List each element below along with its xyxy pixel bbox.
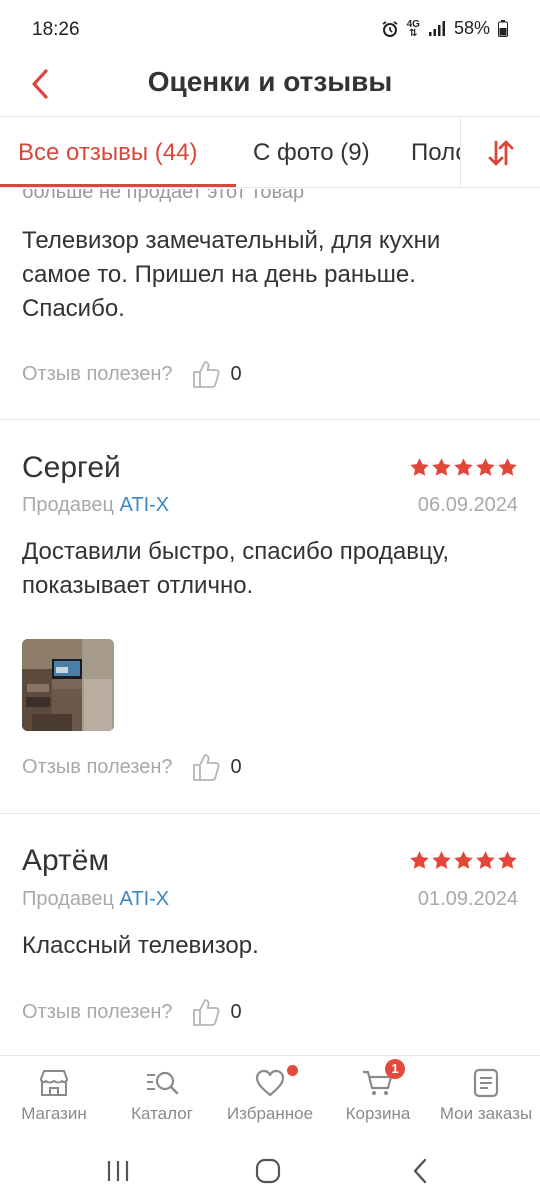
alarm-icon <box>382 20 398 37</box>
tab-all-reviews[interactable]: Все отзывы (44) <box>18 139 197 167</box>
nav-label: Каталог <box>131 1104 193 1123</box>
divider <box>0 813 540 814</box>
page-title: Оценки и отзывы <box>147 66 393 97</box>
cart-badge: 1 <box>385 1059 405 1079</box>
recent-apps-button[interactable] <box>98 1151 138 1191</box>
review-text: Классный телевизор. <box>22 932 259 959</box>
sort-arrows-icon <box>488 140 513 166</box>
review-author: Артём <box>22 844 110 877</box>
helpful-row: Отзыв полезен? 0 <box>22 359 242 389</box>
system-nav-bar <box>0 1139 540 1200</box>
helpful-label: Отзыв полезен? <box>22 1000 173 1023</box>
catalog-search-icon <box>147 1071 179 1095</box>
system-back-button[interactable] <box>400 1151 440 1191</box>
header: Оценки и отзывы <box>0 58 540 116</box>
star-icon <box>476 851 495 869</box>
star-icon <box>498 458 517 476</box>
home-button[interactable] <box>248 1151 288 1191</box>
divider <box>0 419 540 420</box>
star-icon <box>454 851 473 869</box>
nav-label: Мои заказы <box>439 1104 533 1123</box>
notification-dot <box>287 1065 298 1076</box>
bottom-nav: Магазин Каталог Избранное 1 Корзина Мои … <box>0 1055 540 1139</box>
review-date: 06.09.2024 <box>417 494 518 516</box>
thumbs-up-icon[interactable] <box>191 359 221 389</box>
recent-apps-icon <box>107 1161 129 1181</box>
seller-link[interactable]: ATI-X <box>120 494 170 516</box>
rating-stars <box>409 457 518 478</box>
active-tab-indicator <box>0 184 236 187</box>
seller-note: больше не продает этот товар <box>22 189 305 203</box>
battery-icon <box>498 20 508 37</box>
seller-link[interactable]: ATI-X <box>120 888 170 910</box>
helpful-count: 0 <box>230 362 242 385</box>
nav-label: Корзина <box>345 1104 411 1123</box>
status-icons: 4G ⇅ 58% <box>381 18 508 39</box>
home-icon <box>255 1158 281 1184</box>
battery-percent: 58% <box>453 18 490 38</box>
seller-line: Продавец ATI-X <box>22 888 169 911</box>
helpful-row: Отзыв полезен? 0 <box>22 752 242 782</box>
thumbs-up-icon[interactable] <box>191 997 221 1027</box>
star-icon <box>432 851 451 869</box>
back-icon <box>413 1158 427 1184</box>
review-text: Телевизор замечательный, для кухни самое… <box>22 227 441 322</box>
review-photo[interactable] <box>22 639 114 731</box>
rating-stars <box>409 850 518 871</box>
heart-icon <box>255 1069 285 1097</box>
seller-prefix: Продавец <box>22 494 114 516</box>
seller-prefix: Продавец <box>22 888 114 910</box>
helpful-label: Отзыв полезен? <box>22 362 173 385</box>
thumbs-up-icon[interactable] <box>191 752 221 782</box>
nav-label: Магазин <box>21 1104 87 1123</box>
star-icon <box>454 458 473 476</box>
review-tabs: Все отзывы (44) С фото (9) Поло <box>0 116 540 188</box>
star-icon <box>432 458 451 476</box>
nav-item-orders[interactable]: Мои заказы <box>432 1056 540 1139</box>
nav-item-cart[interactable]: 1 Корзина <box>324 1056 432 1139</box>
review-photo-image <box>22 639 114 731</box>
sort-button[interactable] <box>460 117 540 187</box>
orders-icon <box>473 1068 499 1098</box>
nav-item-favorites[interactable]: Избранное <box>216 1056 324 1139</box>
star-icon <box>476 458 495 476</box>
tab-with-photo[interactable]: С фото (9) <box>253 139 370 167</box>
seller-line: Продавец ATI-X <box>22 494 169 517</box>
network-4g-icon: 4G ⇅ <box>406 18 420 39</box>
signal-icon <box>428 20 445 36</box>
review-text: Доставили быстро, спасибо продавцу, пока… <box>22 538 449 599</box>
nav-label: Избранное <box>226 1104 314 1123</box>
nav-item-store[interactable]: Магазин <box>0 1056 108 1139</box>
reviews-list[interactable]: больше не продает этот товар Телевизор з… <box>0 189 540 1055</box>
star-icon <box>410 851 429 869</box>
review-author: Сергей <box>22 451 121 484</box>
status-bar: 18:26 4G ⇅ 58% <box>0 0 540 58</box>
helpful-row: Отзыв полезен? 0 <box>22 997 242 1027</box>
star-icon <box>498 851 517 869</box>
nav-item-catalog[interactable]: Каталог <box>108 1056 216 1139</box>
star-icon <box>410 458 429 476</box>
helpful-label: Отзыв полезен? <box>22 755 173 778</box>
status-time: 18:26 <box>32 19 80 40</box>
helpful-count: 0 <box>230 1000 242 1023</box>
store-icon <box>40 1070 68 1096</box>
helpful-count: 0 <box>230 755 242 778</box>
review-date: 01.09.2024 <box>417 888 518 910</box>
